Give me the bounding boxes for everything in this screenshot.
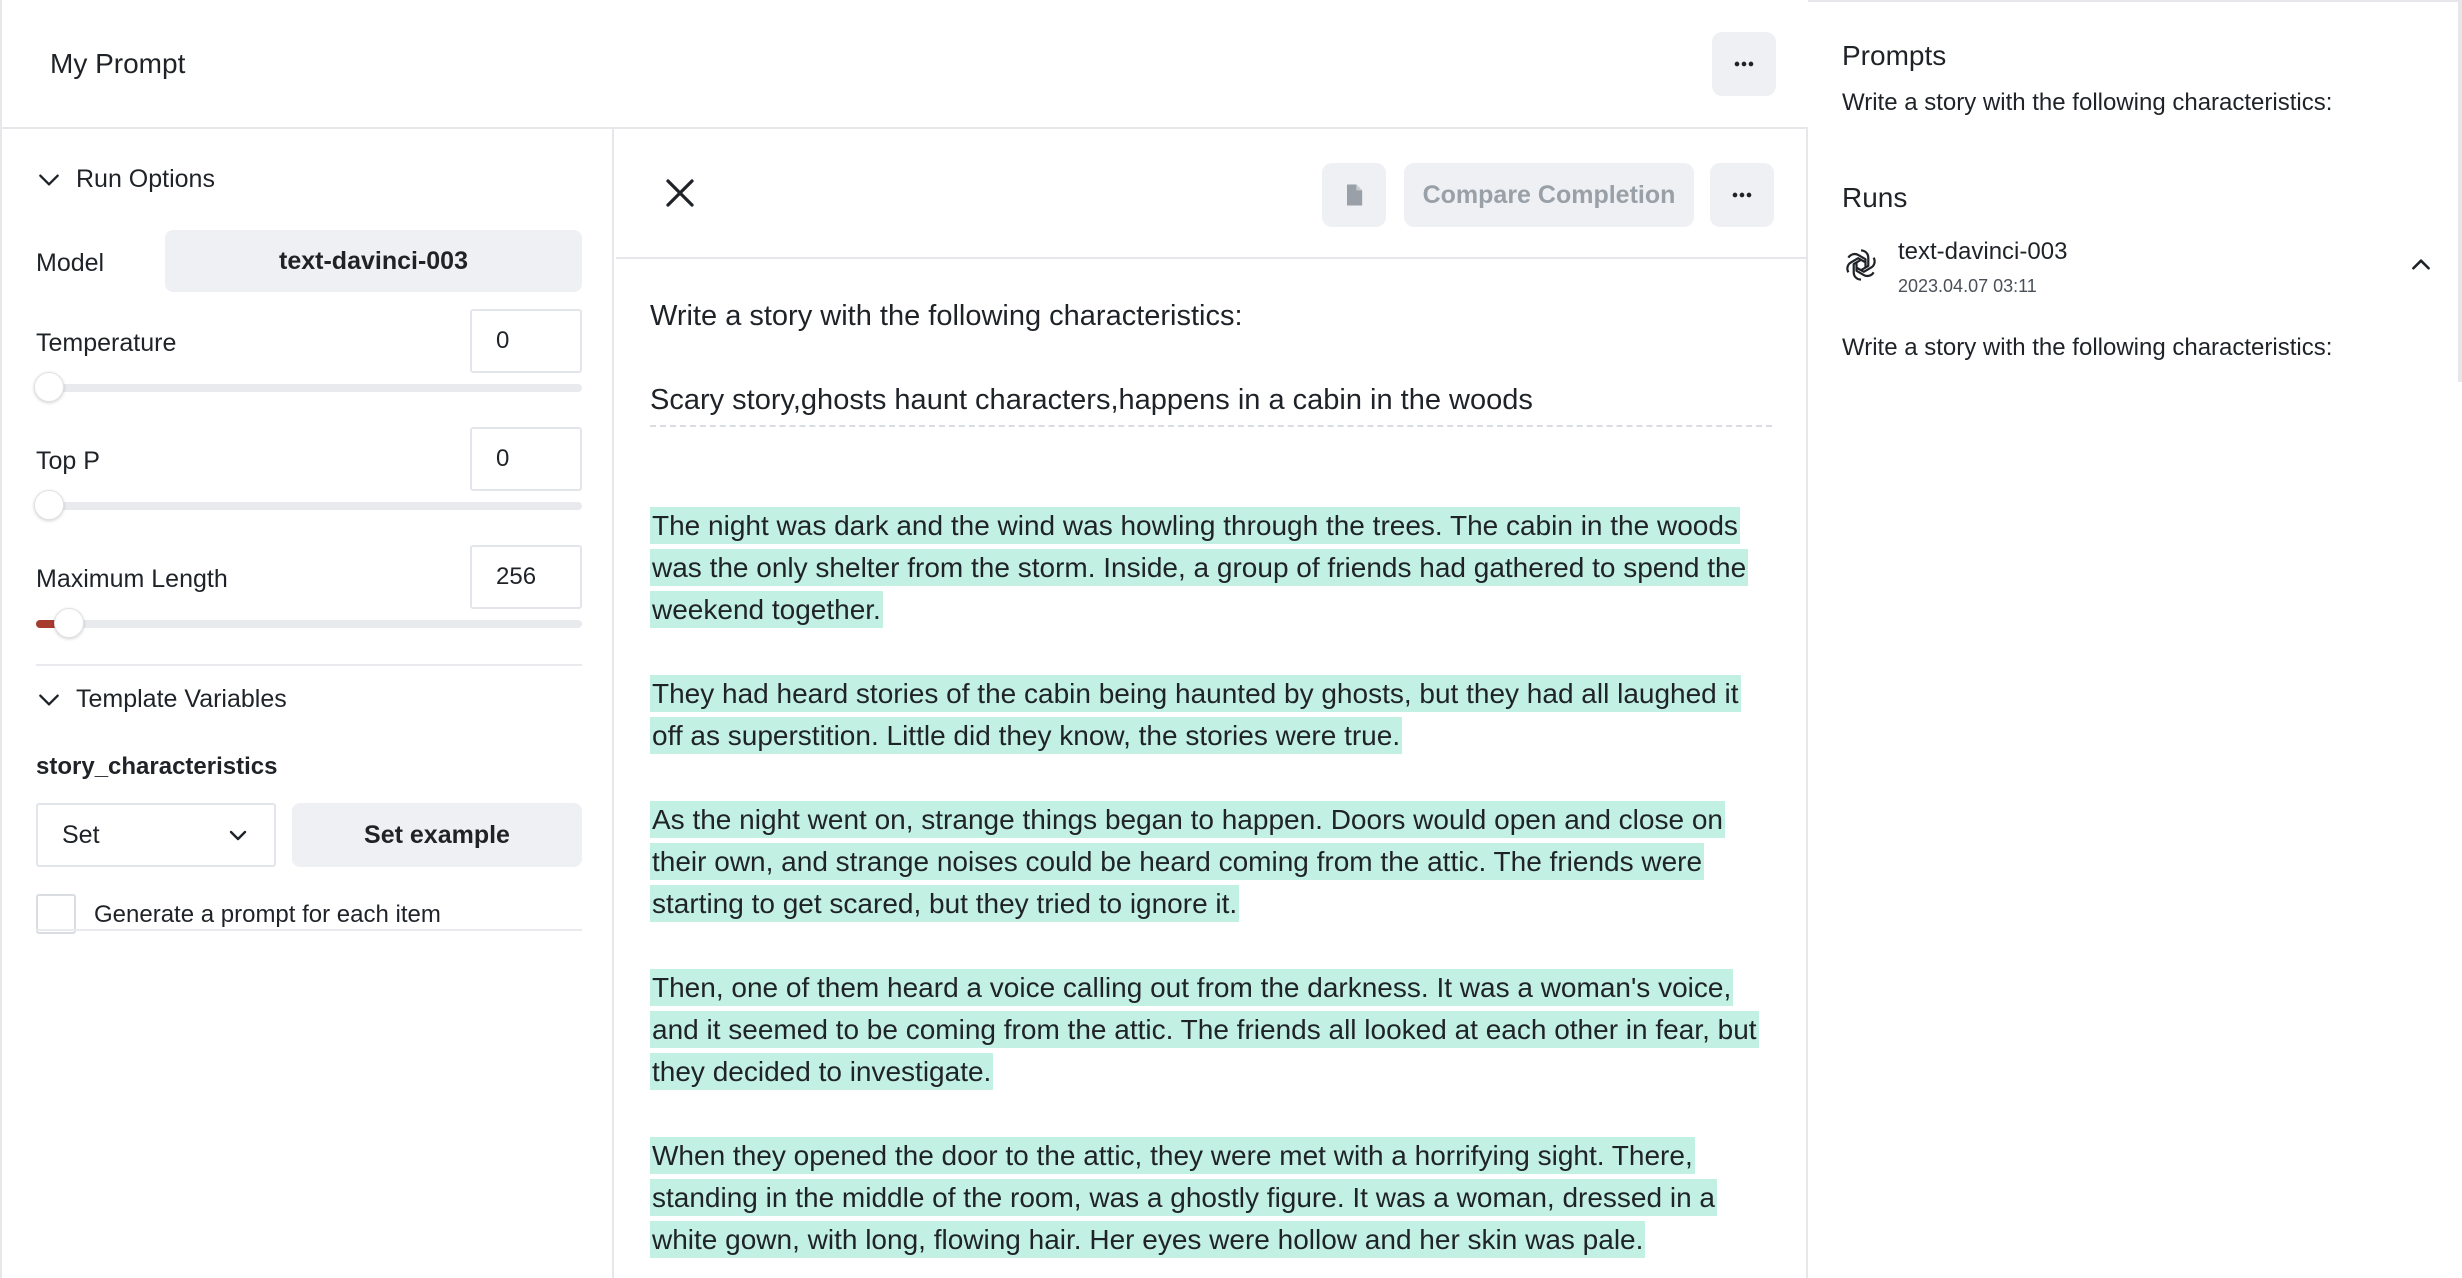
prompt-text-area[interactable]: Write a story with the following charact…: [650, 295, 1772, 427]
options-divider: [36, 664, 582, 666]
run-options-panel: Run Options Model text-davinci-003 Tempe…: [0, 129, 614, 1278]
chevron-down-icon: [39, 173, 59, 186]
completion-output: The night was dark and the wind was howl…: [650, 505, 1772, 1278]
prompt-variable-value: Scary story,ghosts haunt characters,happ…: [650, 379, 1772, 427]
completion-paragraph: Then, one of them heard a voice calling …: [650, 967, 1772, 1093]
temperature-slider[interactable]: [34, 372, 582, 402]
sidebar-scrollbar[interactable]: [2458, 2, 2462, 382]
run-options-label: Run Options: [76, 165, 215, 193]
top-p-slider[interactable]: [34, 490, 582, 520]
model-label: Model: [36, 249, 105, 277]
variable-name: story_characteristics: [36, 753, 278, 780]
completion-text: As the night went on, strange things beg…: [650, 801, 1725, 922]
document-button[interactable]: [1322, 163, 1386, 227]
completion-toolbar: Compare Completion: [616, 129, 1808, 259]
compare-completion-button[interactable]: Compare Completion: [1404, 163, 1694, 227]
temperature-slider-thumb[interactable]: [34, 372, 64, 402]
top-p-slider-thumb[interactable]: [34, 490, 64, 520]
ellipsis-icon: [1732, 192, 1752, 198]
close-icon[interactable]: [662, 175, 698, 211]
template-variables-toggle[interactable]: Template Variables: [36, 685, 287, 714]
completion-more-button[interactable]: [1710, 163, 1774, 227]
max-length-slider[interactable]: [36, 608, 582, 638]
generate-each-item-checkbox[interactable]: [36, 894, 76, 934]
temperature-label: Temperature: [36, 329, 177, 357]
top-p-label: Top P: [36, 447, 100, 475]
max-length-slider-thumb[interactable]: [53, 608, 84, 638]
max-length-input[interactable]: [470, 545, 582, 609]
run-timestamp: 2023.04.07 03:11: [1898, 276, 2037, 296]
history-sidebar: Prompts Write a story with the following…: [1810, 0, 2462, 1278]
page-title: My Prompt: [50, 48, 186, 79]
document-icon: [1347, 184, 1363, 206]
openai-logo-icon: [1846, 249, 1876, 281]
variable-mode-select[interactable]: Set: [36, 803, 276, 867]
template-variables-label: Template Variables: [76, 685, 287, 713]
runs-heading: Runs: [1842, 182, 1908, 213]
variable-mode-value: Set: [62, 820, 100, 849]
ellipsis-icon: [1734, 61, 1754, 67]
template-divider: [36, 929, 582, 931]
chevron-down-icon: [229, 830, 247, 841]
generate-each-item-label: Generate a prompt for each item: [94, 901, 441, 928]
completion-paragraph: When they opened the door to the attic, …: [650, 1135, 1772, 1261]
prompt-header: My Prompt: [0, 0, 1808, 129]
set-example-button[interactable]: Set example: [292, 803, 582, 867]
model-select-button[interactable]: text-davinci-003: [165, 230, 582, 292]
chevron-up-icon[interactable]: [2408, 252, 2434, 278]
saved-prompt-item[interactable]: Write a story with the following charact…: [1842, 89, 2332, 117]
top-p-input[interactable]: [470, 427, 582, 491]
prompt-instruction: Write a story with the following charact…: [650, 300, 1243, 332]
completion-text: Then, one of them heard a voice calling …: [650, 969, 1759, 1090]
completion-text: The night was dark and the wind was howl…: [650, 507, 1749, 628]
completion-text: They had heard stories of the cabin bein…: [650, 675, 1741, 754]
run-options-toggle[interactable]: Run Options: [36, 165, 215, 194]
run-list-item[interactable]: text-davinci-003 2023.04.07 03:11: [1842, 232, 2434, 296]
completion-paragraph: As the night went on, strange things beg…: [650, 799, 1772, 925]
completion-text: When they opened the door to the attic, …: [650, 1137, 1718, 1258]
prompts-heading: Prompts: [1842, 40, 1947, 71]
temperature-input[interactable]: [470, 309, 582, 373]
completion-panel: Compare Completion Write a story with th…: [616, 129, 1808, 1278]
run-model-name: text-davinci-003: [1898, 238, 2068, 265]
chevron-down-icon: [39, 693, 59, 706]
max-length-label: Maximum Length: [36, 565, 228, 593]
completion-paragraph: The night was dark and the wind was howl…: [650, 505, 1772, 631]
completion-paragraph: They had heard stories of the cabin bein…: [650, 673, 1772, 757]
app-window: My Prompt Run Options Model text-davinci…: [0, 0, 2462, 1278]
run-prompt-text: Write a story with the following charact…: [1842, 334, 2333, 361]
header-more-button[interactable]: [1712, 32, 1776, 96]
